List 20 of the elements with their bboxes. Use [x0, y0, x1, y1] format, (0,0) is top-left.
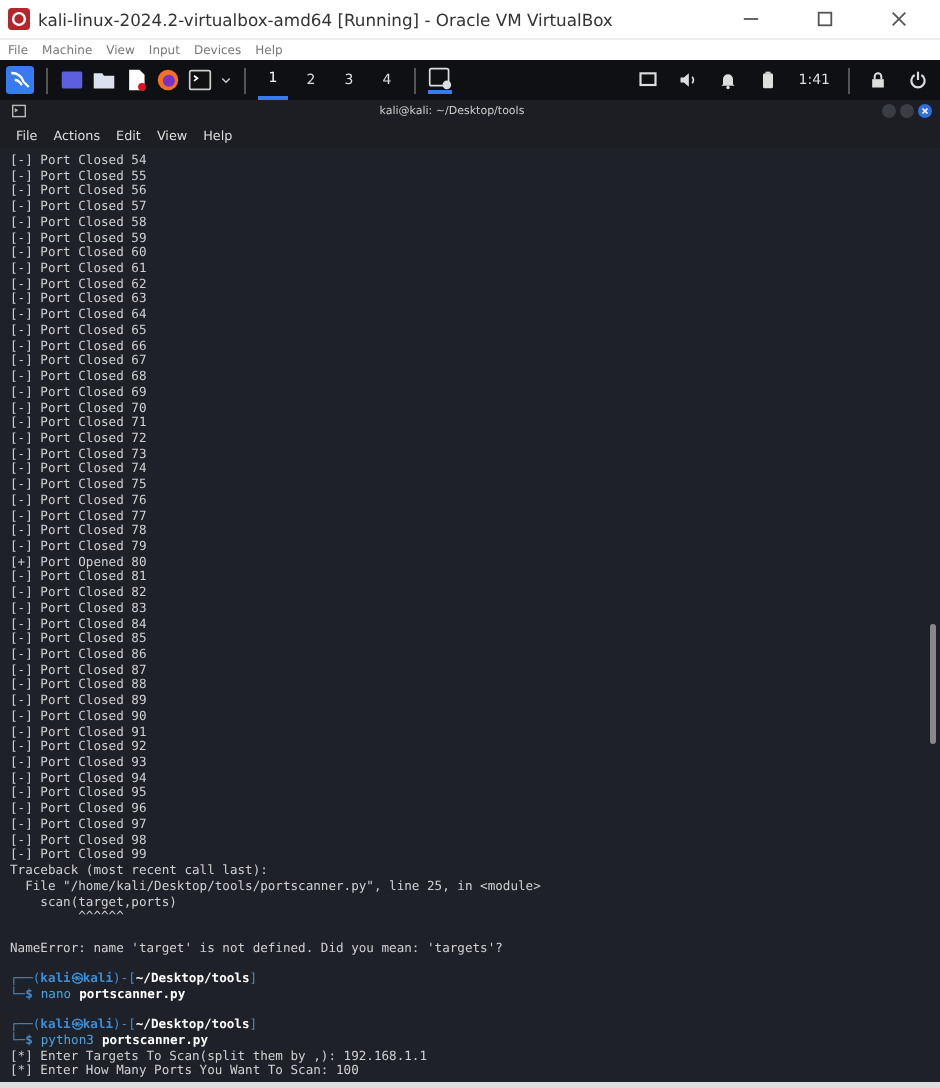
power-icon[interactable]	[908, 70, 928, 90]
document-icon[interactable]	[124, 68, 148, 92]
display-icon[interactable]	[638, 70, 659, 90]
scrollbar-thumb[interactable]	[930, 624, 936, 744]
window-title: kali-linux-2024.2-virtualbox-amd64 [Running] - Oracle VM VirtualBox	[38, 9, 613, 29]
volume-icon[interactable]	[678, 70, 699, 90]
app-logo-icon	[8, 8, 30, 30]
terminal-window-icon[interactable]	[428, 66, 452, 94]
caret-icon[interactable]	[220, 74, 232, 86]
battery-icon[interactable]	[758, 70, 779, 90]
maximize-icon[interactable]	[816, 10, 834, 28]
kali-menu-icon[interactable]	[6, 66, 34, 94]
browser-icon[interactable]	[156, 68, 180, 92]
terminal-icon	[12, 104, 26, 118]
folder-icon[interactable]	[92, 68, 116, 92]
close-icon[interactable]	[890, 10, 908, 28]
terminal-icon[interactable]	[188, 68, 212, 92]
lock-icon[interactable]	[868, 70, 888, 90]
desktop-icon[interactable]	[60, 68, 84, 92]
bell-icon[interactable]	[718, 70, 739, 90]
